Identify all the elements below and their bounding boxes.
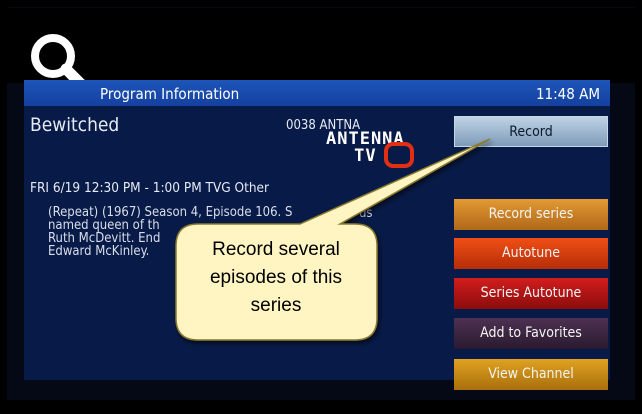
callout-bubble xyxy=(175,138,491,341)
callout-text: Record several episodes of this series xyxy=(209,239,343,316)
